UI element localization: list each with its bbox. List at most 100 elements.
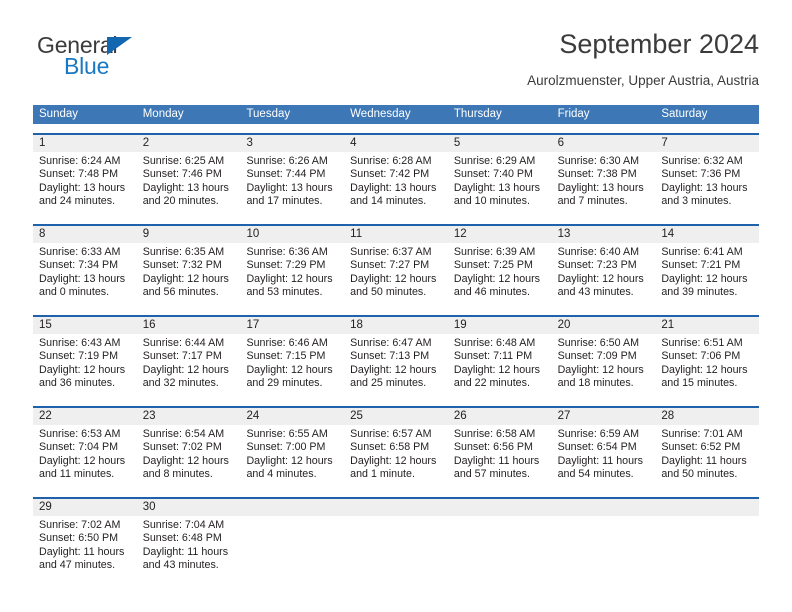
day-cell[interactable]: 3 Sunrise: 6:26 AM Sunset: 7:44 PM Dayli… [240, 135, 345, 215]
sunset-text: Sunset: 7:06 PM [661, 350, 741, 363]
day-cell[interactable]: 22 Sunrise: 6:53 AM Sunset: 7:04 PM Dayl… [33, 408, 137, 488]
sunrise-text: Sunrise: 6:55 AM [246, 428, 328, 440]
day-cell[interactable]: 7 Sunrise: 6:32 AM Sunset: 7:36 PM Dayli… [655, 135, 760, 215]
day-cell[interactable]: 9 Sunrise: 6:35 AM Sunset: 7:32 PM Dayli… [136, 226, 241, 306]
daylight-line1: Daylight: 12 hours [142, 272, 229, 285]
day-number [447, 499, 552, 516]
day-cell[interactable]: 24 Sunrise: 6:55 AM Sunset: 7:00 PM Dayl… [240, 408, 345, 488]
daylight-line1: Daylight: 13 hours [142, 181, 229, 194]
daylight-line1: Daylight: 12 hours [453, 363, 541, 376]
day-number: 21 [655, 317, 760, 334]
daylight-line2: and 15 minutes. [661, 377, 738, 390]
day-details: Sunrise: 7:04 AM Sunset: 6:48 PM Dayligh… [137, 516, 241, 573]
day-details: Sunrise: 6:26 AM Sunset: 7:44 PM Dayligh… [240, 152, 344, 209]
day-details: Sunrise: 6:40 AM Sunset: 7:23 PM Dayligh… [552, 243, 656, 300]
day-cell[interactable]: 2 Sunrise: 6:25 AM Sunset: 7:46 PM Dayli… [136, 135, 241, 215]
day-cell[interactable]: 23 Sunrise: 6:54 AM Sunset: 7:02 PM Dayl… [136, 408, 241, 488]
daylight-line1: Daylight: 12 hours [350, 272, 437, 285]
day-cell[interactable]: 20 Sunrise: 6:50 AM Sunset: 7:09 PM Dayl… [551, 317, 656, 397]
day-number: 8 [33, 226, 137, 243]
daylight-line2: and 8 minutes. [142, 468, 213, 481]
sunset-text: Sunset: 7:32 PM [142, 259, 222, 272]
sunset-text: Sunset: 7:19 PM [39, 350, 119, 363]
sunrise-text: Sunrise: 6:44 AM [142, 337, 225, 349]
weekday-header-friday: Friday [557, 108, 590, 120]
weekday-header-sunday: Sunday [39, 108, 79, 120]
day-cell[interactable]: 12 Sunrise: 6:39 AM Sunset: 7:25 PM Dayl… [447, 226, 552, 306]
sunset-text: Sunset: 7:25 PM [453, 259, 533, 272]
day-details: Sunrise: 6:54 AM Sunset: 7:02 PM Dayligh… [137, 425, 241, 482]
day-cell-empty [655, 499, 760, 579]
weekday-header-monday: Monday [142, 108, 184, 120]
day-cell[interactable]: 5 Sunrise: 6:29 AM Sunset: 7:40 PM Dayli… [447, 135, 552, 215]
daylight-line1: Daylight: 13 hours [350, 181, 437, 194]
sunset-text: Sunset: 7:34 PM [39, 259, 119, 272]
daylight-line2: and 25 minutes. [350, 377, 427, 390]
daylight-line2: and 10 minutes. [453, 195, 530, 208]
day-number: 24 [240, 408, 345, 425]
day-details: Sunrise: 6:50 AM Sunset: 7:09 PM Dayligh… [552, 334, 656, 391]
day-cell[interactable]: 29 Sunrise: 7:02 AM Sunset: 6:50 PM Dayl… [33, 499, 137, 579]
sunset-text: Sunset: 7:09 PM [557, 350, 637, 363]
sunrise-text: Sunrise: 6:58 AM [453, 428, 536, 440]
day-cell[interactable]: 6 Sunrise: 6:30 AM Sunset: 7:38 PM Dayli… [551, 135, 656, 215]
day-cell[interactable]: 13 Sunrise: 6:40 AM Sunset: 7:23 PM Dayl… [551, 226, 656, 306]
daylight-line2: and 36 minutes. [39, 377, 116, 390]
daylight-line1: Daylight: 12 hours [39, 454, 126, 467]
daylight-line2: and 54 minutes. [557, 468, 634, 481]
day-cell[interactable]: 14 Sunrise: 6:41 AM Sunset: 7:21 PM Dayl… [655, 226, 760, 306]
day-details: Sunrise: 6:59 AM Sunset: 6:54 PM Dayligh… [552, 425, 656, 482]
day-details: Sunrise: 6:33 AM Sunset: 7:34 PM Dayligh… [33, 243, 137, 300]
sunset-text: Sunset: 7:48 PM [39, 168, 119, 181]
sunrise-text: Sunrise: 6:37 AM [350, 246, 432, 258]
day-number: 11 [344, 226, 448, 243]
day-details: Sunrise: 6:30 AM Sunset: 7:38 PM Dayligh… [552, 152, 656, 209]
sunset-text: Sunset: 7:36 PM [661, 168, 741, 181]
calendar-week-row: 1 Sunrise: 6:24 AM Sunset: 7:48 PM Dayli… [33, 133, 760, 215]
weekday-header-saturday: Saturday [661, 108, 708, 120]
sunrise-text: Sunrise: 6:47 AM [350, 337, 432, 349]
sunrise-text: Sunrise: 6:26 AM [246, 155, 328, 167]
daylight-line2: and 43 minutes. [557, 286, 634, 299]
day-number: 4 [344, 135, 448, 152]
day-cell[interactable]: 17 Sunrise: 6:46 AM Sunset: 7:15 PM Dayl… [240, 317, 345, 397]
sunset-text: Sunset: 6:54 PM [557, 441, 637, 454]
day-details: Sunrise: 6:46 AM Sunset: 7:15 PM Dayligh… [240, 334, 344, 391]
page-subtitle-location: Aurolzmuenster, Upper Austria, Austria [527, 73, 759, 88]
day-details [448, 516, 552, 519]
day-cell[interactable]: 16 Sunrise: 6:44 AM Sunset: 7:17 PM Dayl… [136, 317, 241, 397]
day-cell[interactable]: 21 Sunrise: 6:51 AM Sunset: 7:06 PM Dayl… [655, 317, 760, 397]
sunrise-text: Sunrise: 6:43 AM [39, 337, 121, 349]
day-cell[interactable]: 19 Sunrise: 6:48 AM Sunset: 7:11 PM Dayl… [447, 317, 552, 397]
day-cell[interactable]: 15 Sunrise: 6:43 AM Sunset: 7:19 PM Dayl… [33, 317, 137, 397]
day-cell[interactable]: 18 Sunrise: 6:47 AM Sunset: 7:13 PM Dayl… [344, 317, 448, 397]
day-details [344, 516, 448, 519]
day-details: Sunrise: 6:51 AM Sunset: 7:06 PM Dayligh… [655, 334, 759, 391]
daylight-line2: and 57 minutes. [453, 468, 530, 481]
day-cell[interactable]: 27 Sunrise: 6:59 AM Sunset: 6:54 PM Dayl… [551, 408, 656, 488]
day-cell[interactable]: 1 Sunrise: 6:24 AM Sunset: 7:48 PM Dayli… [33, 135, 137, 215]
day-details: Sunrise: 6:24 AM Sunset: 7:48 PM Dayligh… [33, 152, 137, 209]
day-cell[interactable]: 4 Sunrise: 6:28 AM Sunset: 7:42 PM Dayli… [344, 135, 448, 215]
sunset-text: Sunset: 7:46 PM [142, 168, 222, 181]
sunrise-text: Sunrise: 6:46 AM [246, 337, 328, 349]
day-cell[interactable]: 25 Sunrise: 6:57 AM Sunset: 6:58 PM Dayl… [344, 408, 448, 488]
daylight-line1: Daylight: 12 hours [661, 272, 748, 285]
day-details [655, 516, 759, 519]
day-number [655, 499, 760, 516]
sunset-text: Sunset: 7:17 PM [142, 350, 222, 363]
day-details [552, 516, 656, 519]
day-number: 20 [551, 317, 656, 334]
day-number: 18 [344, 317, 448, 334]
daylight-line2: and 53 minutes. [246, 286, 323, 299]
sunrise-text: Sunrise: 6:29 AM [453, 155, 536, 167]
day-cell[interactable]: 28 Sunrise: 7:01 AM Sunset: 6:52 PM Dayl… [655, 408, 760, 488]
daylight-line2: and 43 minutes. [142, 559, 219, 572]
day-cell[interactable]: 8 Sunrise: 6:33 AM Sunset: 7:34 PM Dayli… [33, 226, 137, 306]
day-cell[interactable]: 11 Sunrise: 6:37 AM Sunset: 7:27 PM Dayl… [344, 226, 448, 306]
sunrise-text: Sunrise: 6:30 AM [557, 155, 639, 167]
day-cell[interactable]: 30 Sunrise: 7:04 AM Sunset: 6:48 PM Dayl… [136, 499, 241, 579]
day-cell[interactable]: 26 Sunrise: 6:58 AM Sunset: 6:56 PM Dayl… [447, 408, 552, 488]
day-cell[interactable]: 10 Sunrise: 6:36 AM Sunset: 7:29 PM Dayl… [240, 226, 345, 306]
calendar-week-row: 15 Sunrise: 6:43 AM Sunset: 7:19 PM Dayl… [33, 315, 760, 397]
